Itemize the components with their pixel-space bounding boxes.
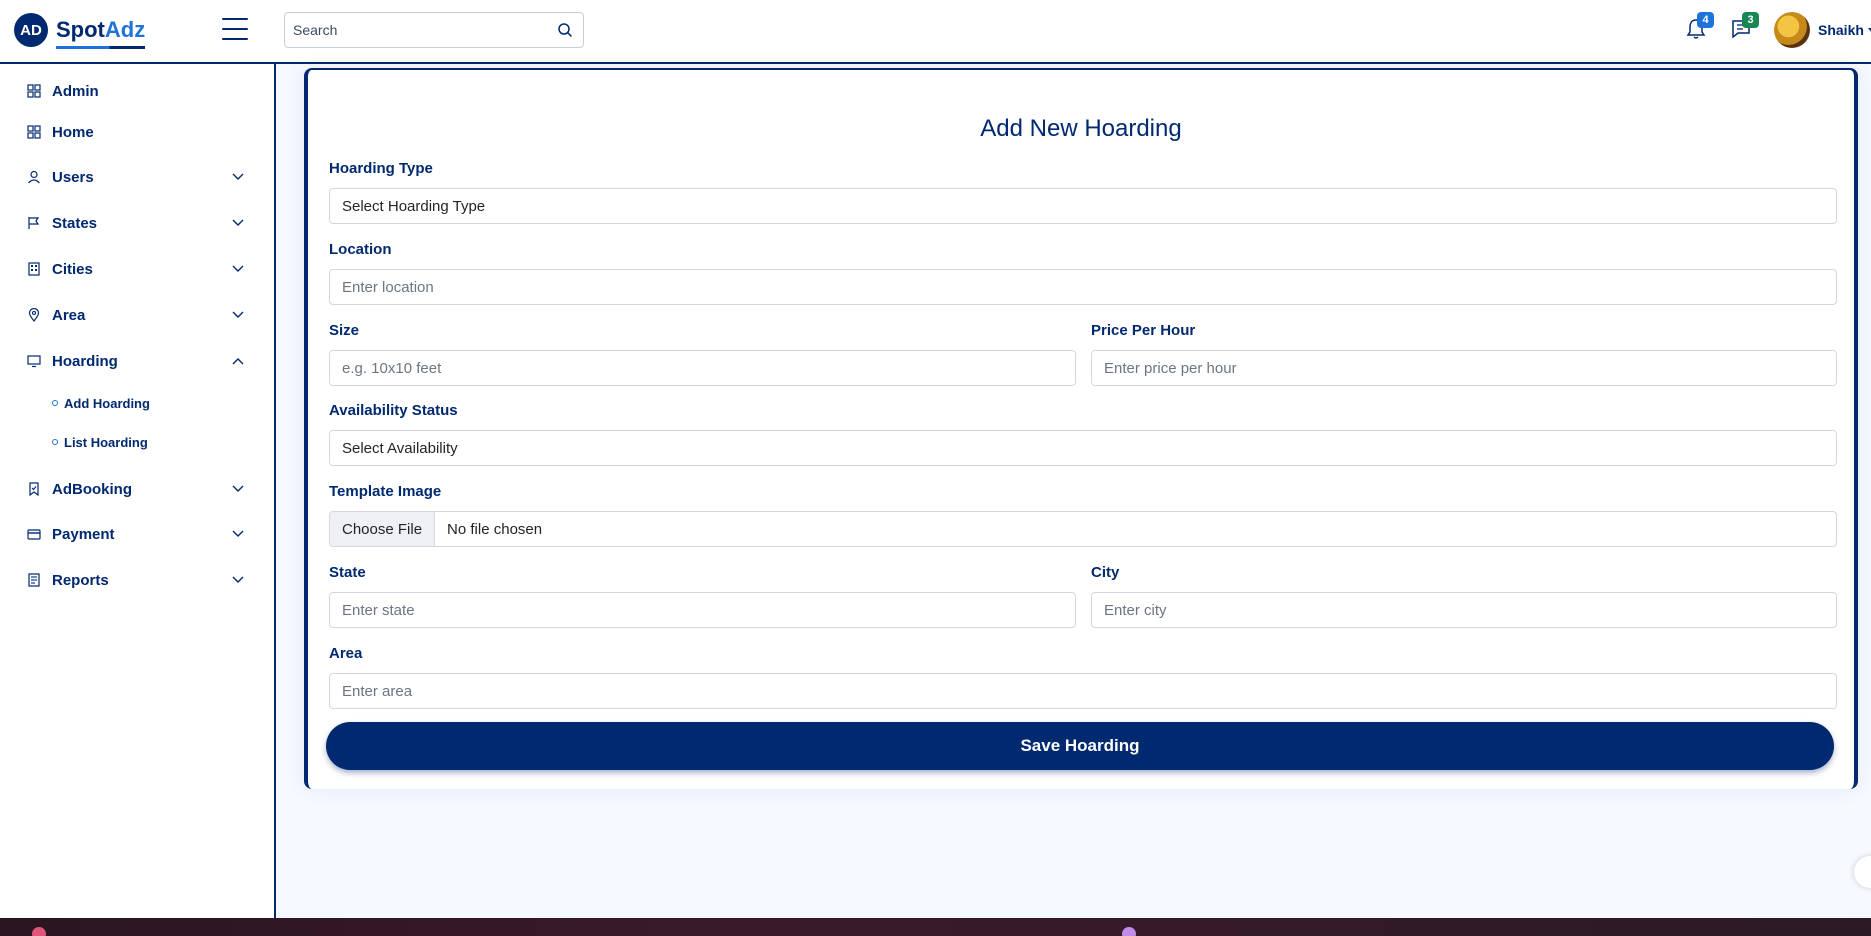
sidebar-item-label: Users — [52, 168, 94, 186]
city-label: City — [1091, 564, 1120, 581]
sidebar-item-label: Cities — [52, 260, 93, 278]
price-per-hour-input[interactable]: Enter price per hour — [1091, 350, 1837, 386]
sidebar-item-adbooking[interactable]: AdBooking — [26, 474, 246, 504]
chevron-down-icon — [230, 572, 246, 588]
sidebar-item-payment[interactable]: Payment — [26, 519, 246, 549]
chevron-down-icon — [230, 526, 246, 542]
sidebar-item-reports[interactable]: Reports — [26, 565, 246, 595]
chevron-up-icon — [230, 353, 246, 369]
add-hoarding-form-card: Add New Hoarding Hoarding Type Select Ho… — [304, 68, 1858, 789]
chevron-down-icon — [230, 261, 246, 277]
size-input[interactable]: e.g. 10x10 feet — [329, 350, 1076, 386]
logo-text-adz: Adz — [104, 17, 146, 42]
area-input[interactable]: Enter area — [329, 673, 1837, 709]
location-pin-icon — [26, 307, 42, 323]
flag-icon — [26, 215, 42, 231]
choose-file-button[interactable]: Choose File — [330, 512, 436, 546]
building-icon — [26, 261, 42, 277]
city-input[interactable]: Enter city — [1091, 592, 1837, 628]
display-icon — [26, 353, 42, 369]
search-icon[interactable] — [547, 22, 583, 38]
taskbar-app-icon[interactable] — [32, 927, 46, 936]
chevron-down-icon — [230, 169, 246, 185]
sidebar-item-label: Admin — [52, 82, 99, 100]
sidebar-item-label: Home — [52, 123, 94, 141]
sidebar-subitem-label: List Hoarding — [64, 434, 148, 450]
sidebar-item-cities[interactable]: Cities — [26, 254, 246, 284]
grid-icon — [26, 83, 42, 99]
grid-icon — [26, 124, 42, 140]
credit-card-icon — [26, 526, 42, 542]
sidebar-item-label: States — [52, 214, 98, 232]
sidebar-item-admin[interactable]: Admin — [26, 76, 246, 106]
state-label: State — [329, 564, 366, 581]
circle-bullet-icon — [52, 400, 58, 406]
chevron-down-icon — [230, 481, 246, 497]
sidebar-item-label: Area — [52, 306, 86, 324]
top-header: AD SpotAdz 4 3 Shaikh — [0, 0, 1871, 64]
availability-status-label: Availability Status — [329, 402, 458, 419]
messages-chat-icon[interactable]: 3 — [1727, 12, 1759, 44]
user-profile-menu[interactable]: Shaikh — [1774, 12, 1871, 48]
price-per-hour-label: Price Per Hour — [1091, 322, 1196, 339]
location-input[interactable]: Enter location — [329, 269, 1837, 305]
area-label: Area — [329, 645, 363, 662]
location-label: Location — [329, 241, 392, 258]
sidebar: Admin Home Users States Cities Area Hoar… — [0, 64, 276, 918]
availability-status-select[interactable]: Select Availability — [329, 430, 1837, 466]
os-taskbar — [0, 918, 1871, 936]
avatar — [1774, 12, 1810, 48]
hoarding-type-select[interactable]: Select Hoarding Type — [329, 188, 1837, 224]
sidebar-item-label: Payment — [52, 525, 115, 543]
save-hoarding-button[interactable]: Save Hoarding — [326, 722, 1834, 770]
sidebar-subitem-add-hoarding[interactable]: Add Hoarding — [52, 391, 150, 415]
notifications-count-badge: 4 — [1697, 12, 1714, 28]
taskbar-app-icon[interactable] — [1122, 927, 1136, 936]
page-title: Add New Hoarding — [980, 115, 1182, 142]
report-icon — [26, 572, 42, 588]
circle-bullet-icon — [52, 439, 58, 445]
person-icon — [26, 169, 42, 185]
bookmark-icon — [26, 481, 42, 497]
hamburger-menu-icon[interactable] — [222, 18, 248, 40]
floating-widget-tab[interactable] — [1854, 856, 1871, 888]
sidebar-subitem-list-hoarding[interactable]: List Hoarding — [52, 430, 148, 454]
sidebar-item-label: Hoarding — [52, 352, 118, 370]
sidebar-item-area[interactable]: Area — [26, 300, 246, 330]
state-input[interactable]: Enter state — [329, 592, 1076, 628]
logo-text-spot: Spot — [56, 17, 105, 42]
size-label: Size — [329, 322, 360, 339]
logo-badge: AD — [14, 13, 48, 47]
sidebar-item-home[interactable]: Home — [26, 117, 246, 147]
search-bar — [284, 12, 584, 48]
chevron-down-icon — [230, 215, 246, 231]
logo-text: SpotAdz — [56, 17, 146, 49]
chevron-down-icon — [230, 307, 246, 323]
sidebar-subitem-label: Add Hoarding — [64, 395, 150, 411]
logo[interactable]: AD SpotAdz — [14, 13, 146, 49]
user-name: Shaikh — [1818, 22, 1864, 38]
template-image-file-input[interactable]: Choose File No file chosen — [329, 511, 1837, 547]
hoarding-type-label: Hoarding Type — [329, 160, 433, 177]
template-image-label: Template Image — [329, 483, 442, 500]
sidebar-item-label: Reports — [52, 571, 109, 589]
messages-count-badge: 3 — [1742, 12, 1759, 28]
sidebar-item-states[interactable]: States — [26, 208, 246, 238]
notifications-bell-icon[interactable]: 4 — [1682, 12, 1714, 44]
sidebar-item-users[interactable]: Users — [26, 162, 246, 192]
sidebar-item-label: AdBooking — [52, 480, 132, 498]
sidebar-item-hoarding[interactable]: Hoarding — [26, 346, 246, 376]
file-status-text: No file chosen — [447, 520, 543, 538]
search-input[interactable] — [285, 13, 547, 47]
